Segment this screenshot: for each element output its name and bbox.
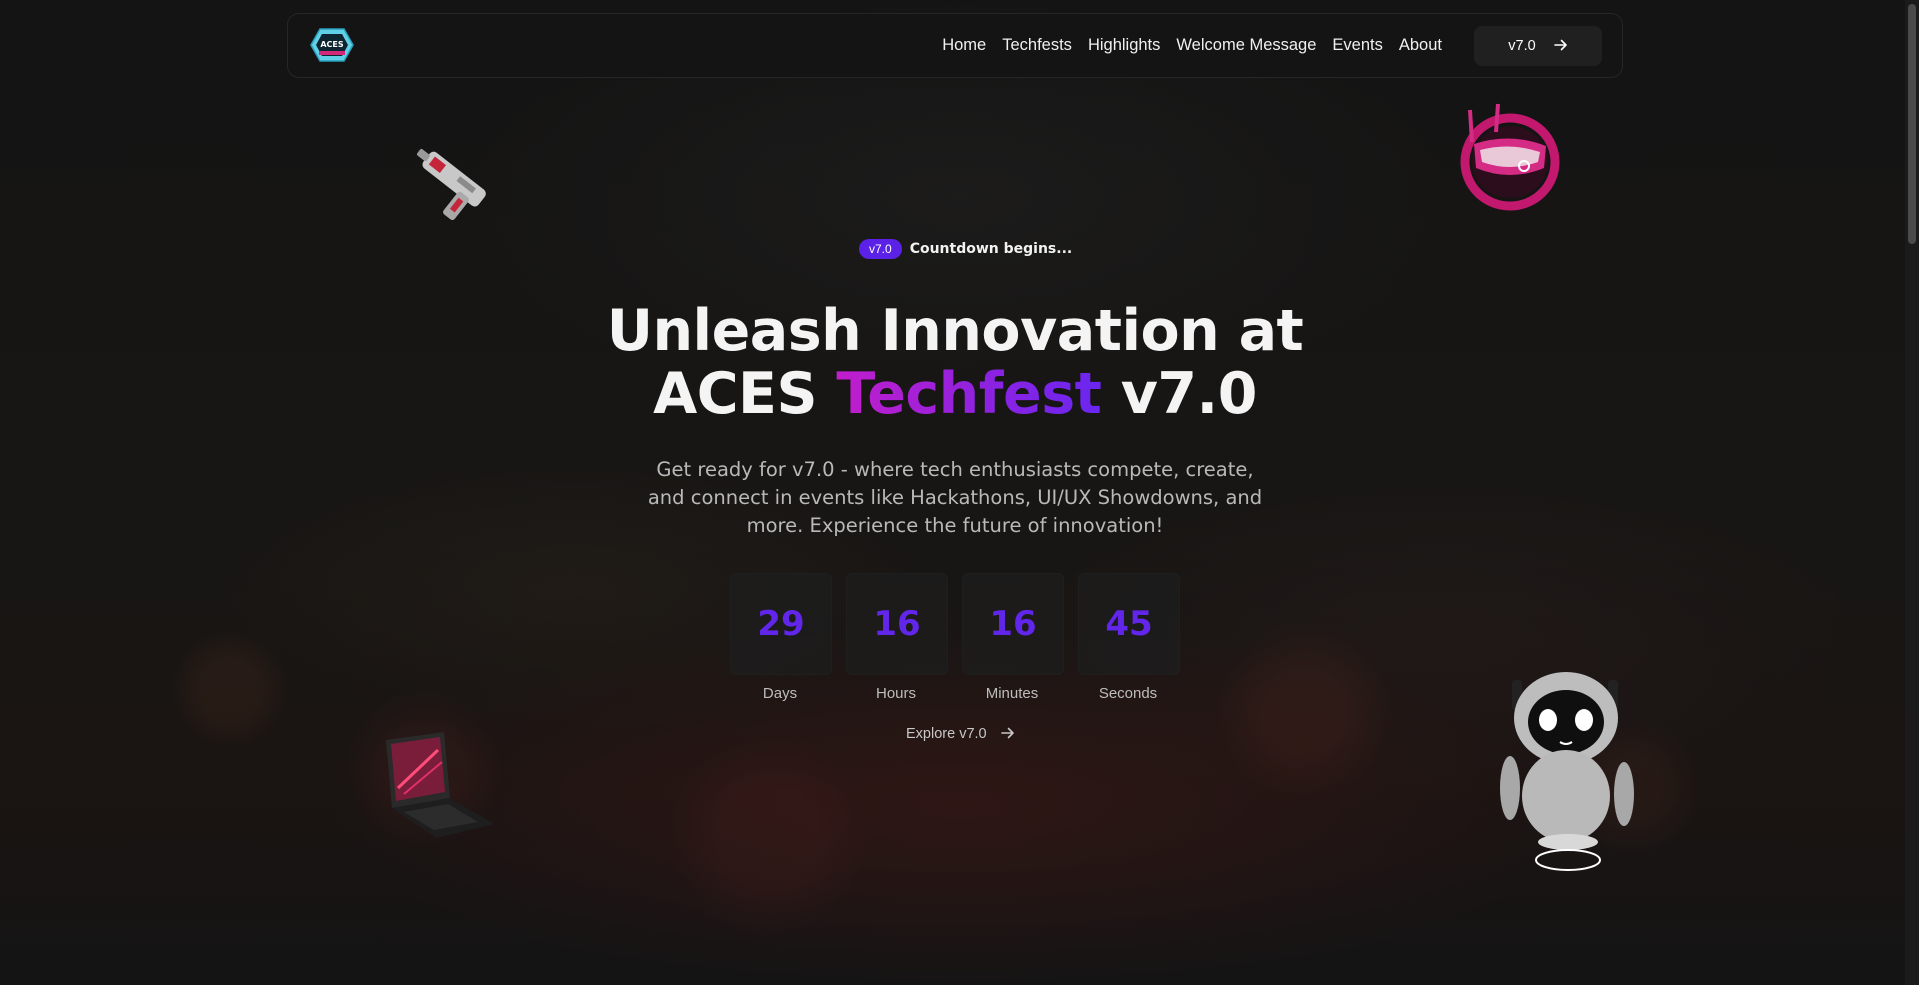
version-button[interactable]: v7.0 — [1474, 26, 1602, 66]
vr-headset-image — [1452, 102, 1562, 221]
countdown-hours: 16 Hours — [846, 573, 948, 702]
aces-logo[interactable]: ACES — [310, 27, 354, 63]
hero-headline: Unleash Innovation at ACES Techfest v7.0 — [560, 300, 1350, 426]
robot-mascot-image — [1496, 656, 1641, 885]
hero-subtitle: Get ready for v7.0 - where tech enthusia… — [647, 458, 1263, 537]
countdown-seconds-label: Seconds — [1098, 685, 1158, 702]
countdown-days-label: Days — [762, 685, 798, 702]
nav-link-home[interactable]: Home — [942, 36, 986, 55]
countdown-hours-value: 16 — [846, 573, 948, 675]
countdown-seconds-value: 45 — [1078, 573, 1180, 675]
countdown-days: 29 Days — [730, 573, 832, 702]
headline-line1: Unleash Innovation at — [606, 298, 1304, 364]
arrow-right-icon — [1553, 39, 1568, 54]
blaster-gun-image — [400, 138, 500, 238]
scrollbar[interactable] — [1905, 0, 1919, 985]
navbar: ACES Home Techfests Highlights Welcome M… — [287, 13, 1623, 78]
nav-link-about[interactable]: About — [1399, 36, 1442, 55]
nav-link-highlights[interactable]: Highlights — [1088, 36, 1160, 55]
nav-link-welcome-message[interactable]: Welcome Message — [1176, 36, 1316, 55]
countdown-minutes-label: Minutes — [985, 685, 1039, 702]
version-badge: v7.0 — [859, 239, 902, 259]
nav-link-techfests[interactable]: Techfests — [1002, 36, 1072, 55]
explore-button-label: Explore v7.0 — [906, 726, 987, 742]
version-button-label: v7.0 — [1508, 38, 1536, 54]
headline-post: v7.0 — [1120, 361, 1258, 427]
explore-button[interactable]: Explore v7.0 — [906, 726, 1015, 742]
countdown-timer: 29 Days 16 Hours 16 Minutes 45 Seconds — [730, 573, 1180, 702]
laptop-image — [382, 732, 502, 846]
logo-text: ACES — [320, 40, 344, 49]
countdown-minutes-value: 16 — [962, 573, 1064, 675]
headline-pre: ACES — [653, 361, 818, 427]
nav-link-events[interactable]: Events — [1332, 36, 1382, 55]
countdown-minutes: 16 Minutes — [962, 573, 1064, 702]
arrow-right-icon — [1000, 727, 1015, 742]
countdown-hours-label: Hours — [875, 685, 916, 702]
headline-accent: Techfest — [836, 361, 1102, 427]
countdown-seconds: 45 Seconds — [1078, 573, 1180, 702]
countdown-badge-row: v7.0 Countdown begins... — [859, 239, 1072, 259]
badge-text: Countdown begins... — [909, 241, 1073, 257]
scrollbar-thumb[interactable] — [1908, 4, 1916, 244]
nav-links: Home Techfests Highlights Welcome Messag… — [942, 14, 1442, 77]
countdown-days-value: 29 — [730, 573, 832, 675]
